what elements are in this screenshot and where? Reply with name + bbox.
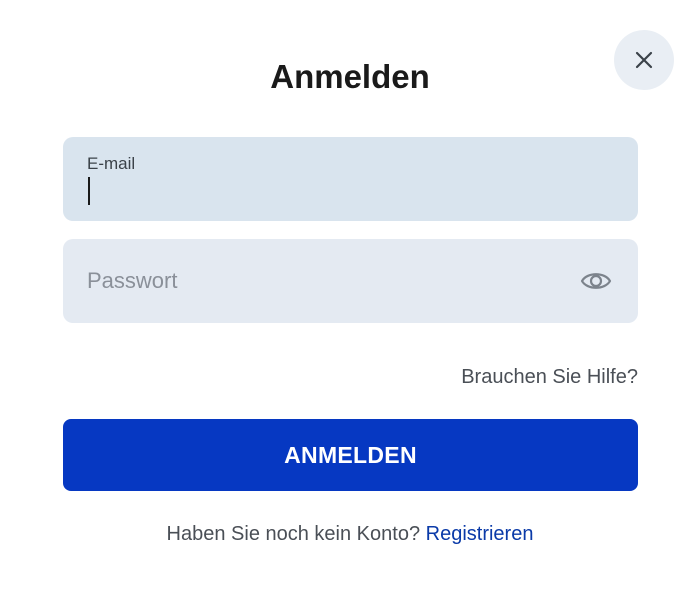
password-field[interactable]	[63, 239, 638, 323]
login-submit-button[interactable]: ANMELDEN	[63, 419, 638, 491]
email-label: E-mail	[87, 154, 136, 173]
text-caret	[88, 177, 90, 205]
dialog-title: Anmelden	[270, 58, 430, 95]
email-input[interactable]	[87, 177, 607, 209]
signup-row: Haben Sie noch kein Konto? Registrieren	[0, 523, 700, 546]
signup-prompt: Haben Sie noch kein Konto?	[166, 523, 421, 545]
login-dialog: Anmelden E-mail Brauchen Sie Hilfe? ANME…	[0, 0, 700, 598]
email-field[interactable]: E-mail	[63, 137, 638, 221]
register-link[interactable]: Registrieren	[426, 523, 534, 545]
help-link[interactable]: Brauchen Sie Hilfe?	[461, 366, 638, 389]
eye-icon[interactable]	[579, 265, 613, 297]
password-input[interactable]	[87, 239, 557, 323]
